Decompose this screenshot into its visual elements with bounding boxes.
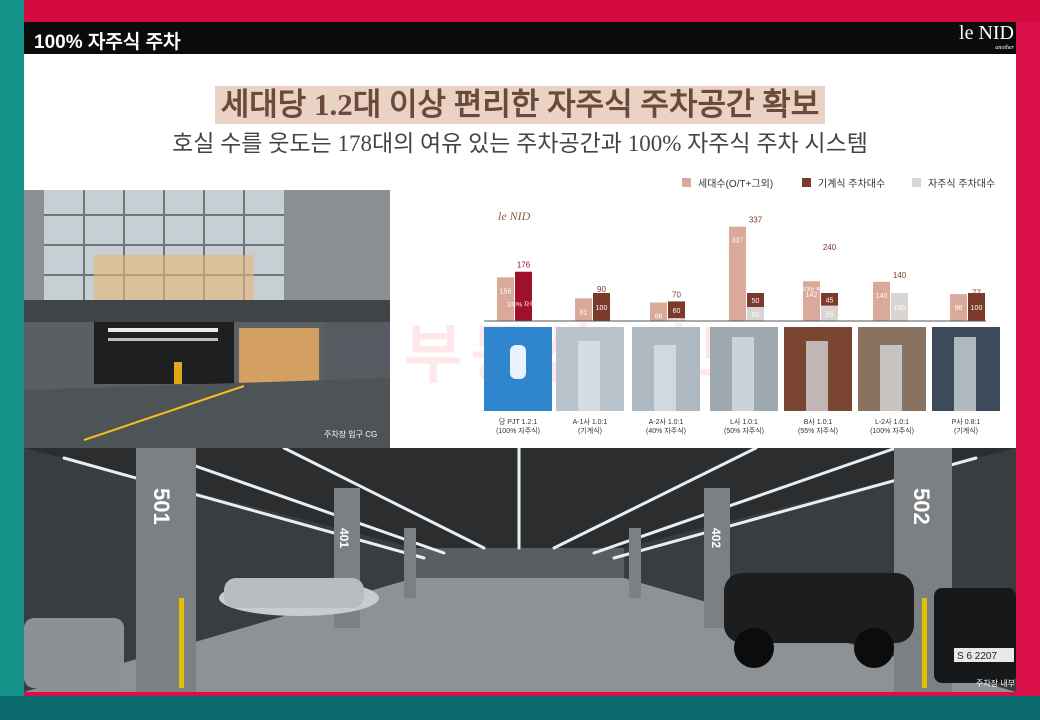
headline-text: 세대당 1.2대 이상 편리한 자주식 주차공간 확보: [214, 86, 826, 124]
label-mechanical-2: 60: [673, 308, 681, 315]
pillar-label-502: 502: [909, 488, 934, 525]
logo-text: le NID: [959, 22, 1014, 44]
label-total-5: 140: [893, 271, 907, 280]
label-households-2: 66: [655, 314, 663, 321]
tower-3: [732, 337, 754, 411]
legend-label-0: 세대수(O/T+그외): [698, 178, 773, 190]
label-total-0: 176: [517, 261, 531, 270]
category-sublabel-4: (55% 자주식): [798, 426, 838, 435]
page-title: 100% 자주식 주차: [34, 32, 181, 53]
label-total-4: 240: [823, 243, 837, 252]
logo-subtitle: another: [995, 45, 1014, 51]
label-ours-note: 100% 자주식: [507, 301, 541, 309]
label-mechanical-6: 100: [971, 305, 983, 312]
pillar-label-402: 402: [709, 528, 723, 548]
headline: 세대당 1.2대 이상 편리한 자주식 주차공간 확보: [24, 86, 1016, 124]
frame-top: [24, 0, 1040, 22]
category-label-1: A-1사 1.0:1: [573, 417, 608, 426]
tower-6: [954, 337, 976, 411]
car-icon: [510, 345, 526, 379]
label-total-2: 70: [672, 290, 681, 299]
legend-swatch-0: [682, 178, 691, 187]
label-total-3: 337: [749, 216, 763, 225]
category-sublabel-6: (기계식): [954, 426, 978, 435]
category-label-5: L-2사 1.0:1: [875, 417, 909, 426]
tower-1: [578, 341, 600, 411]
tower-2: [654, 345, 676, 411]
bar-households-5: [873, 281, 890, 321]
frame-bottom: [0, 696, 1040, 720]
tower-4: [806, 341, 828, 411]
subheadline: 호실 수를 웃도는 178대의 여유 있는 주차공간과 100% 자주식 주차 …: [172, 131, 868, 156]
bar-self-parking-0: [515, 271, 532, 321]
category-sublabel-0: (100% 자주식): [496, 426, 540, 435]
category-label-3: L사 1.0:1: [730, 417, 758, 426]
label-self-5: 100: [894, 305, 906, 312]
label-total-1: 90: [597, 285, 606, 294]
license-plate: S 6 2207: [957, 651, 997, 662]
label-households-5: 140: [876, 293, 888, 300]
legend-swatch-1: [802, 178, 811, 187]
chart-logo: le NID: [498, 209, 531, 223]
legend-label-2: 자주식 주차대수: [928, 178, 995, 190]
label-households-6: 96: [955, 305, 963, 312]
pillar-label-401: 401: [337, 528, 351, 548]
label-households-1: 81: [580, 309, 588, 316]
frame-right: [1016, 22, 1040, 696]
category-sublabel-1: (기계식): [578, 426, 602, 435]
label-self-3: 50: [752, 312, 760, 319]
bar-households-0: [497, 277, 514, 321]
frame-left: [0, 0, 24, 720]
building-caption: 주차장 입구 CG: [324, 429, 377, 439]
category-sublabel-2: (40% 자주식): [646, 426, 686, 435]
legend-swatch-2: [912, 178, 921, 187]
pillar-label-501: 501: [149, 488, 174, 525]
label-mechanical-1: 100: [596, 305, 608, 312]
header-bar: 100% 자주식 주차 le NID another: [24, 22, 1016, 54]
label-households-0: 156: [500, 288, 512, 295]
category-sublabel-5: (100% 자주식): [870, 426, 914, 435]
label-total-6: 77: [972, 288, 981, 297]
legend-label-1: 기계식 주차대수: [818, 178, 885, 190]
content-panel: 세대당 1.2대 이상 편리한 자주식 주차공간 확보 호실 수를 웃도는 17…: [24, 54, 1016, 448]
tower-5: [880, 345, 902, 411]
parking-garage-photo: 501 401 502 402 S 6 2207 주차장 내부 CG: [24, 448, 1016, 692]
brand-logo: le NID another: [959, 22, 1014, 52]
category-label-4: B사 1.0:1: [804, 417, 833, 426]
category-label-0: 당 PJT 1.2:1: [499, 417, 537, 426]
label-mechanical-3: 50: [752, 298, 760, 305]
garage-caption: 주차장 내부 CG: [976, 678, 1016, 688]
label-mechanical-4: 45: [826, 297, 834, 304]
category-label-6: P사 0.8:1: [952, 417, 981, 426]
label-b-annotation: 의미:1:1 1대당 주차장 2대: [784, 286, 839, 293]
label-households-3: 337: [732, 238, 744, 245]
label-households-4: 142: [806, 292, 818, 299]
parking-comparison-chart: 세대수(O/T+그외) 기계식 주차대수 자주식 주차대수 le NID 156 100%…: [484, 178, 1000, 435]
building-entrance-photo: 주차장 입구 CG: [24, 190, 390, 448]
category-label-2: A-2사 1.0:1: [649, 417, 684, 426]
label-self-4: 55: [826, 311, 834, 318]
category-sublabel-3: (50% 자주식): [724, 426, 764, 435]
